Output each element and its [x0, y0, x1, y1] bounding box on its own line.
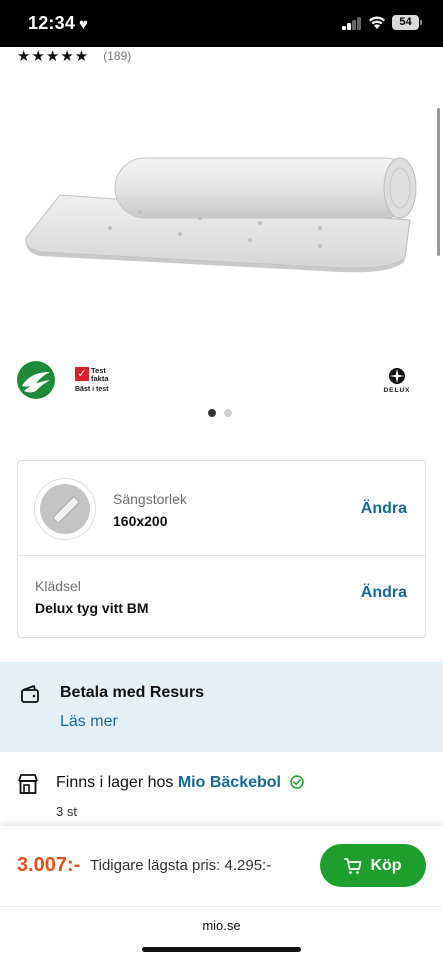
status-bar: 12:34 ♥ 54 — [0, 0, 443, 47]
cart-icon — [344, 857, 362, 874]
fabric-option[interactable]: Klädsel Delux tyg vitt BM Ändra — [18, 556, 425, 638]
cellular-signal-icon — [342, 16, 362, 30]
mattress-topper-image[interactable] — [20, 140, 420, 280]
wallet-icon — [21, 685, 39, 703]
status-time: 12:34 ♥ — [28, 13, 88, 34]
delux-star-icon — [389, 368, 405, 384]
size-label: Sängstorlek — [113, 491, 187, 507]
pager-dot-active[interactable] — [208, 409, 216, 417]
wifi-icon — [369, 16, 385, 29]
bed-size-option[interactable]: Sängstorlek 160x200 Ändra — [18, 461, 425, 556]
browser-url-bar[interactable]: mio.se — [0, 906, 443, 960]
testfakta-name: Test fakta — [91, 366, 109, 383]
delux-logo: DELUX — [378, 367, 416, 397]
change-size-button[interactable]: Ändra — [361, 500, 407, 518]
url-text[interactable]: mio.se — [0, 918, 443, 933]
store-link[interactable]: Mio Bäckebol — [178, 774, 281, 791]
product-rating[interactable]: ★★★★★ (189) — [17, 47, 131, 65]
battery-indicator: 54 — [392, 15, 422, 30]
buy-button[interactable]: Köp — [320, 844, 426, 887]
change-fabric-button[interactable]: Ändra — [361, 584, 407, 602]
gallery-pager[interactable] — [208, 409, 232, 417]
stock-prefix: Finns i lager hos — [56, 774, 174, 791]
pager-dot[interactable] — [224, 409, 232, 417]
size-thumbnail — [34, 478, 96, 540]
stock-status: Finns i lager hos Mio Bäckebol — [56, 774, 305, 792]
in-stock-check-icon — [290, 775, 305, 789]
delux-wordmark: DELUX — [383, 387, 411, 394]
size-value: 160x200 — [113, 513, 168, 529]
store-icon — [18, 774, 38, 794]
stock-quantity: 3 st — [56, 804, 77, 819]
testfakta-logo: ✓ Test fakta Bäst i test — [75, 367, 120, 397]
buy-button-label: Köp — [370, 856, 402, 874]
previous-lowest-price: Tidigare lägsta pris: 4.295:- — [90, 857, 272, 874]
home-indicator[interactable] — [142, 947, 301, 952]
resurs-title: Betala med Resurs — [60, 684, 205, 701]
nordic-swan-ecolabel-icon — [17, 361, 55, 399]
review-count[interactable]: (189) — [103, 49, 131, 63]
price: 3.007:- — [17, 854, 81, 876]
read-more-link[interactable]: Läs mer — [60, 713, 118, 731]
buy-bar: 3.007:- Tidigare lägsta pris: 4.295:- Kö… — [0, 826, 443, 906]
product-options-card: Sängstorlek 160x200 Ändra Klädsel Delux … — [17, 460, 426, 638]
fabric-value: Delux tyg vitt BM — [35, 600, 149, 616]
resurs-payment-banner: Betala med Resurs Läs mer — [0, 662, 443, 752]
rating-stars-icon: ★★★★★ — [17, 48, 90, 65]
fabric-label: Klädsel — [35, 578, 81, 594]
testfakta-check-icon: ✓ — [75, 367, 89, 381]
heart-icon: ♥ — [79, 16, 89, 33]
clock: 12:34 — [28, 13, 76, 33]
battery-level: 54 — [399, 16, 412, 28]
testfakta-subtitle: Bäst i test — [75, 386, 109, 393]
mattress-size-icon — [52, 496, 80, 524]
image-scrollbar[interactable] — [437, 108, 440, 256]
